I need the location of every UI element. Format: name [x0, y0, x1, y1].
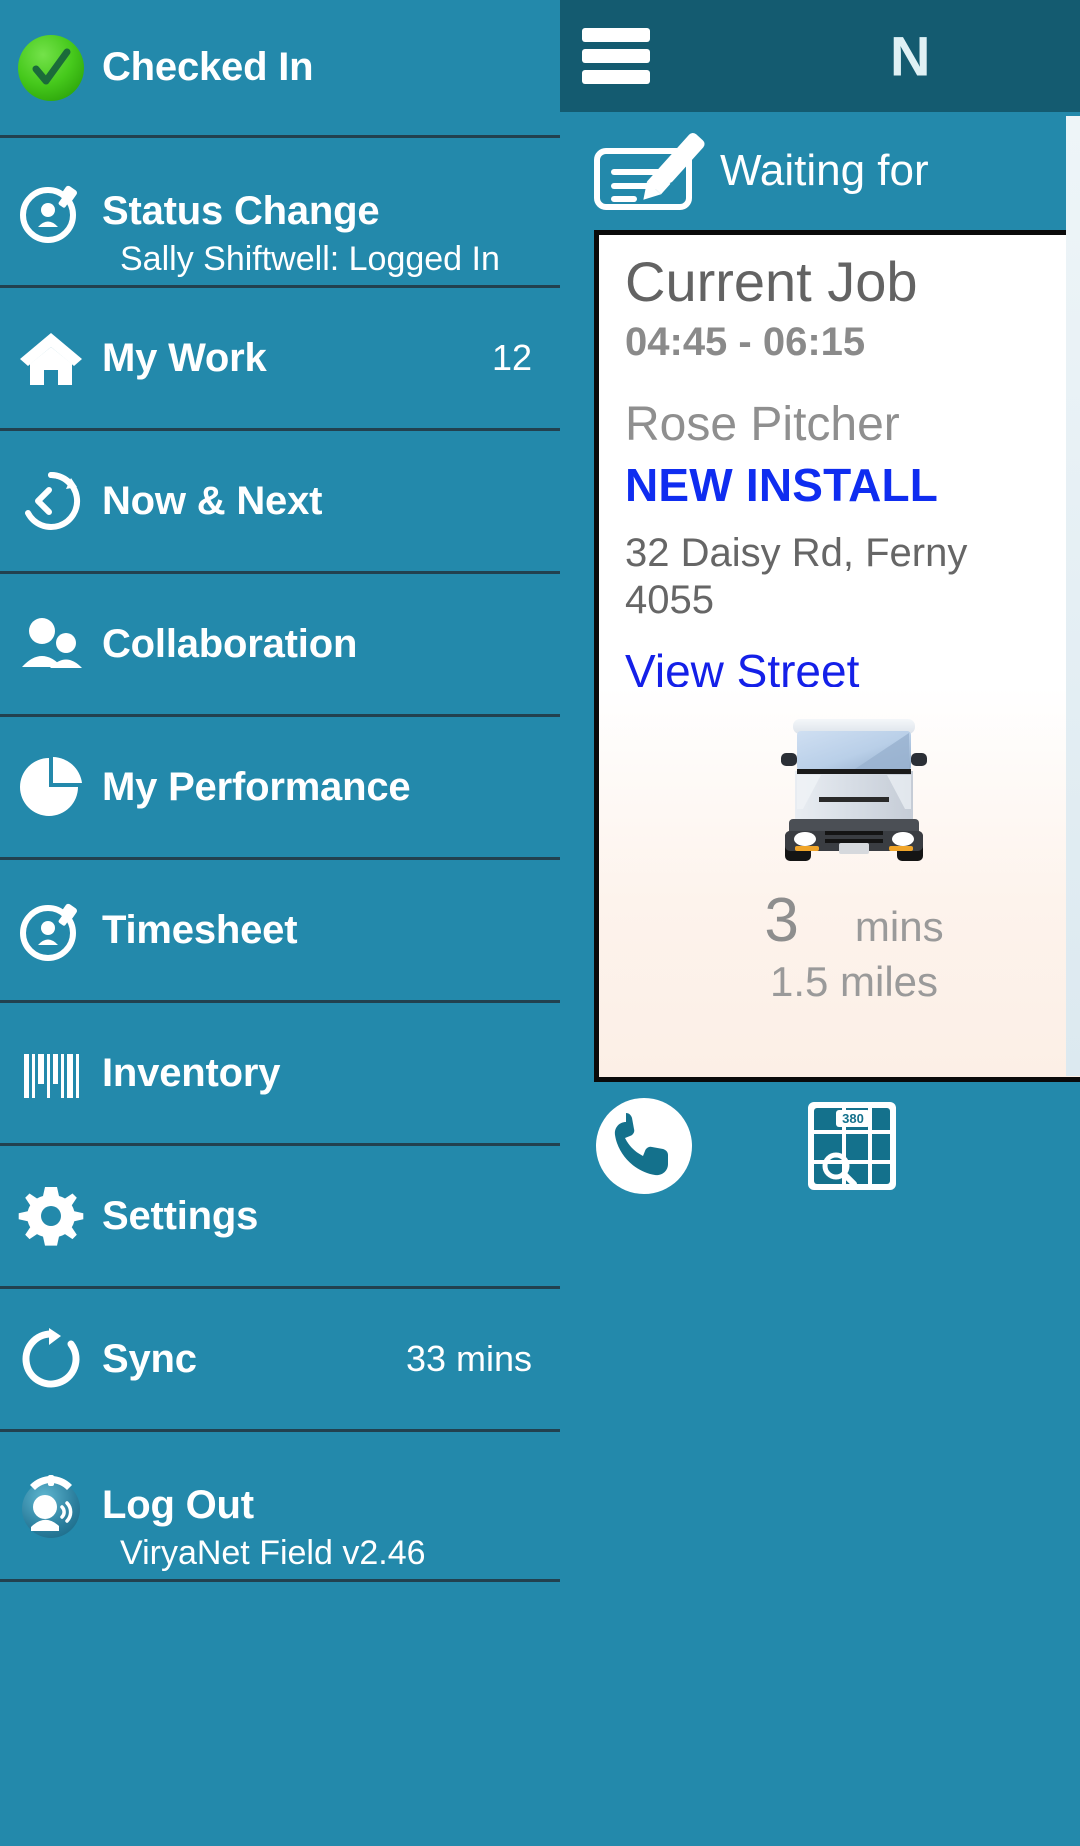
travel-distance: 1.5 miles	[769, 958, 939, 1005]
sidebar-item-sync[interactable]: Sync 33 mins	[0, 1289, 560, 1432]
sidebar-item-label: Timesheet	[102, 907, 298, 952]
panel-edge-strip	[1066, 116, 1080, 1076]
call-button[interactable]	[594, 1096, 694, 1196]
app-version-label: ViryaNet Field v2.46	[120, 1534, 426, 1572]
pie-chart-icon	[14, 750, 88, 824]
refresh-circle-icon	[14, 1322, 88, 1396]
sidebar-item-label: My Work	[102, 335, 267, 380]
status-text: Waiting for	[720, 146, 929, 195]
speaking-head-icon	[14, 1469, 88, 1543]
card-title: Current Job	[625, 250, 918, 313]
map-button[interactable]: 380	[802, 1096, 902, 1196]
stopwatch-person-icon	[14, 893, 88, 967]
sidebar-item-label: Log Out	[102, 1483, 254, 1527]
sidebar-item-label: Inventory	[102, 1050, 281, 1095]
sidebar-item-label: Collaboration	[102, 621, 358, 666]
sidebar-item-sublabel: Sally Shiftwell: Logged In	[120, 240, 500, 278]
job-action-bar: 380	[594, 1096, 902, 1196]
top-app-bar: N	[560, 0, 1080, 112]
travel-estimate-panel: 3 mins 1.5 miles	[599, 687, 1080, 1077]
gear-icon	[14, 1179, 88, 1253]
hamburger-menu-icon[interactable]	[582, 28, 650, 84]
travel-duration-value: 3	[764, 886, 799, 955]
job-time-range: 04:45 - 06:15	[625, 319, 866, 364]
people-icon	[14, 607, 88, 681]
stopwatch-person-icon	[14, 175, 88, 249]
sidebar-item-count: 12	[491, 337, 532, 378]
sidebar-item-label: My Performance	[102, 764, 411, 809]
navigation-drawer: Checked In Status Change Sally Shiftwell…	[0, 0, 560, 1846]
clock-rewind-icon	[14, 464, 88, 538]
address-line-1: 32 Daisy Rd, Ferny	[625, 530, 968, 575]
sidebar-header-label: Checked In	[102, 45, 314, 89]
sign-document-icon	[590, 128, 710, 214]
green-check-circle-icon	[14, 31, 88, 105]
sidebar-header-checked-in[interactable]: Checked In	[0, 0, 560, 138]
sidebar-item-collaboration[interactable]: Collaboration	[0, 574, 560, 717]
sidebar-item-settings[interactable]: Settings	[0, 1146, 560, 1289]
sidebar-item-timesheet[interactable]: Timesheet	[0, 860, 560, 1003]
sidebar-item-label: Status Change	[102, 189, 380, 233]
address-line-2: 4055	[625, 577, 714, 622]
travel-duration-unit: mins	[854, 903, 944, 950]
sidebar-item-status-change[interactable]: Status Change Sally Shiftwell: Logged In	[0, 138, 560, 288]
job-type-badge: NEW INSTALL	[625, 458, 939, 511]
delivery-van-icon	[759, 693, 949, 883]
sidebar-item-my-performance[interactable]: My Performance	[0, 717, 560, 860]
sidebar-item-label: Sync	[102, 1336, 197, 1381]
status-banner: Waiting for	[560, 112, 1080, 230]
sidebar-item-log-out[interactable]: Log Out ViryaNet Field v2.46	[0, 1432, 560, 1582]
map-route-badge: 380	[842, 1111, 864, 1126]
sidebar-item-now-and-next[interactable]: Now & Next	[0, 431, 560, 574]
sidebar-item-label: Settings	[102, 1193, 259, 1238]
customer-name: Rose Pitcher	[625, 397, 900, 451]
home-icon	[14, 321, 88, 395]
page-title: N	[890, 24, 931, 88]
sidebar-item-my-work[interactable]: My Work 12	[0, 288, 560, 431]
sidebar-item-label: Now & Next	[102, 478, 323, 523]
sidebar-item-sync-time: 33 mins	[405, 1338, 532, 1379]
current-job-card[interactable]: Current Job 04:45 - 06:15 Rose Pitcher N…	[594, 230, 1080, 1082]
main-content-panel: N Waiting for Current Job 04:45 - 06:15 …	[560, 0, 1080, 1846]
app-screen: Checked In Status Change Sally Shiftwell…	[0, 0, 1080, 1846]
barcode-icon	[14, 1036, 88, 1110]
sidebar-item-inventory[interactable]: Inventory	[0, 1003, 560, 1146]
